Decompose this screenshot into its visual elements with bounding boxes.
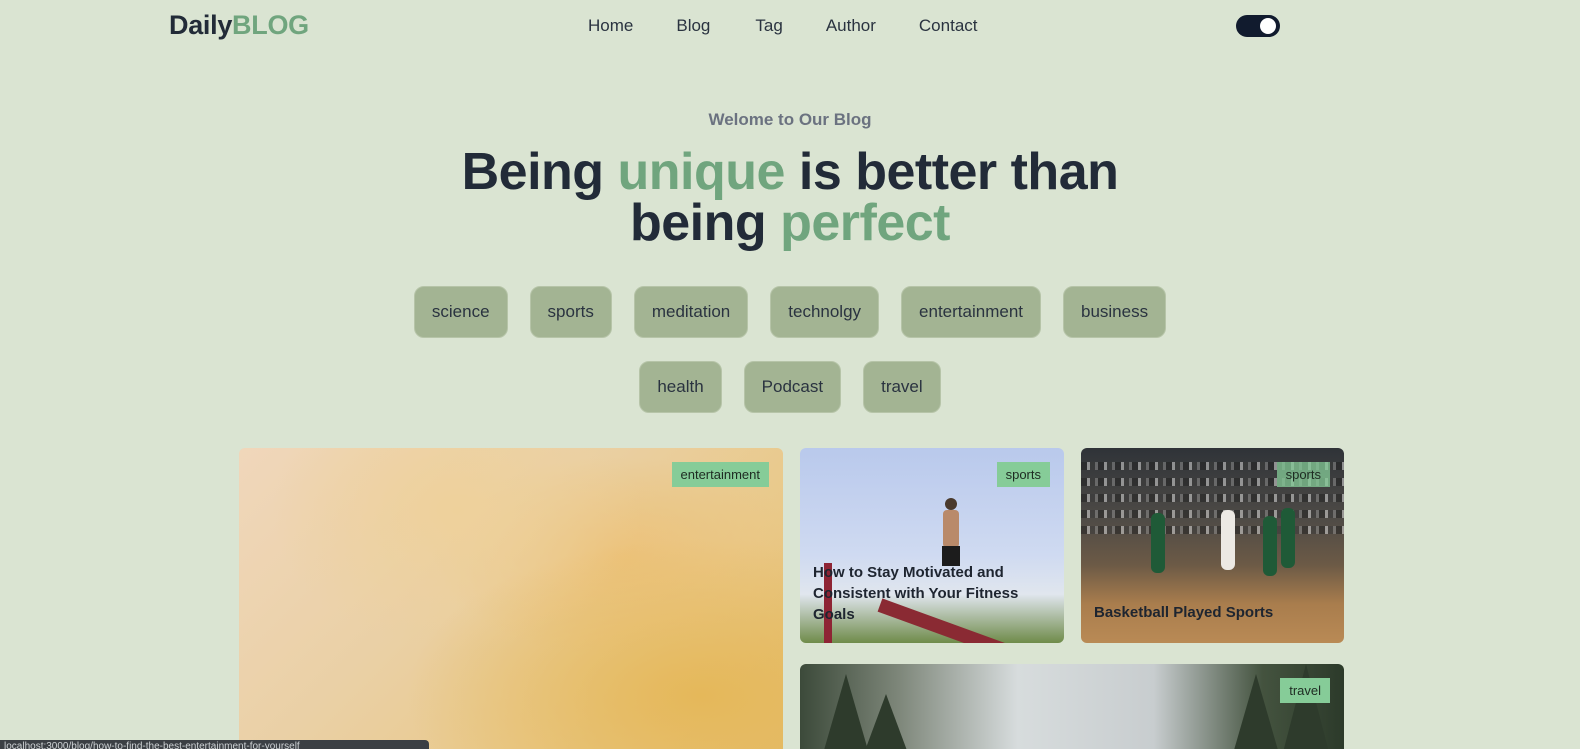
hero-headline: Being unique is better than being perfec… — [0, 146, 1580, 252]
logo-text-daily: Daily — [169, 10, 233, 40]
category-badge[interactable]: sports — [996, 462, 1050, 487]
tag-sports[interactable]: sports — [529, 286, 612, 338]
tag-business[interactable]: business — [1063, 286, 1167, 338]
nav-author[interactable]: Author — [826, 16, 876, 36]
post-title[interactable]: How to Stay Motivated and Consistent wit… — [813, 562, 1038, 625]
logo-text-blog: BLOG — [232, 10, 309, 40]
tag-health[interactable]: health — [639, 361, 722, 413]
welcome-text: Welome to Our Blog — [708, 110, 872, 129]
category-badge[interactable]: travel — [1280, 678, 1330, 703]
tag-podcast[interactable]: Podcast — [743, 361, 842, 413]
toggle-knob — [1260, 18, 1276, 34]
headline-accent: perfect — [780, 194, 950, 252]
category-badge[interactable]: sports — [1276, 462, 1330, 487]
site-logo[interactable]: DailyBLOG — [169, 10, 309, 41]
post-card-fitness[interactable]: sports How to Stay Motivated and Consist… — [800, 448, 1064, 643]
post-card-basketball[interactable]: sports Basketball Played Sports — [1081, 448, 1344, 643]
link-status-bar: localhost:3000/blog/how-to-find-the-best… — [0, 740, 429, 749]
tag-travel[interactable]: travel — [863, 361, 941, 413]
tag-technolgy[interactable]: technolgy — [770, 286, 880, 338]
theme-toggle[interactable] — [1236, 15, 1280, 37]
tag-entertainment[interactable]: entertainment — [901, 286, 1041, 338]
headline-part: is better than — [784, 143, 1119, 201]
site-header: DailyBLOG Home Blog Tag Author Contact — [0, 0, 1580, 52]
post-card-entertainment[interactable]: entertainment — [239, 448, 783, 749]
headline-accent: unique — [617, 143, 786, 201]
category-badge[interactable]: entertainment — [671, 462, 769, 487]
headline-part: being — [629, 194, 781, 252]
nav-blog[interactable]: Blog — [676, 16, 710, 36]
headline-part: Being — [461, 143, 618, 201]
nav-contact[interactable]: Contact — [919, 16, 978, 36]
nav-tag[interactable]: Tag — [755, 16, 782, 36]
tag-science[interactable]: science — [413, 286, 508, 338]
tag-meditation[interactable]: meditation — [633, 286, 749, 338]
tag-list-row-1: science sports meditation technolgy ente… — [0, 286, 1580, 338]
post-title[interactable]: Basketball Played Sports — [1094, 602, 1334, 623]
tag-list-row-2: health Podcast travel — [0, 361, 1580, 413]
nav-home[interactable]: Home — [588, 16, 633, 36]
post-card-travel[interactable]: travel — [800, 664, 1344, 749]
main-nav: Home Blog Tag Author Contact — [588, 16, 1021, 36]
